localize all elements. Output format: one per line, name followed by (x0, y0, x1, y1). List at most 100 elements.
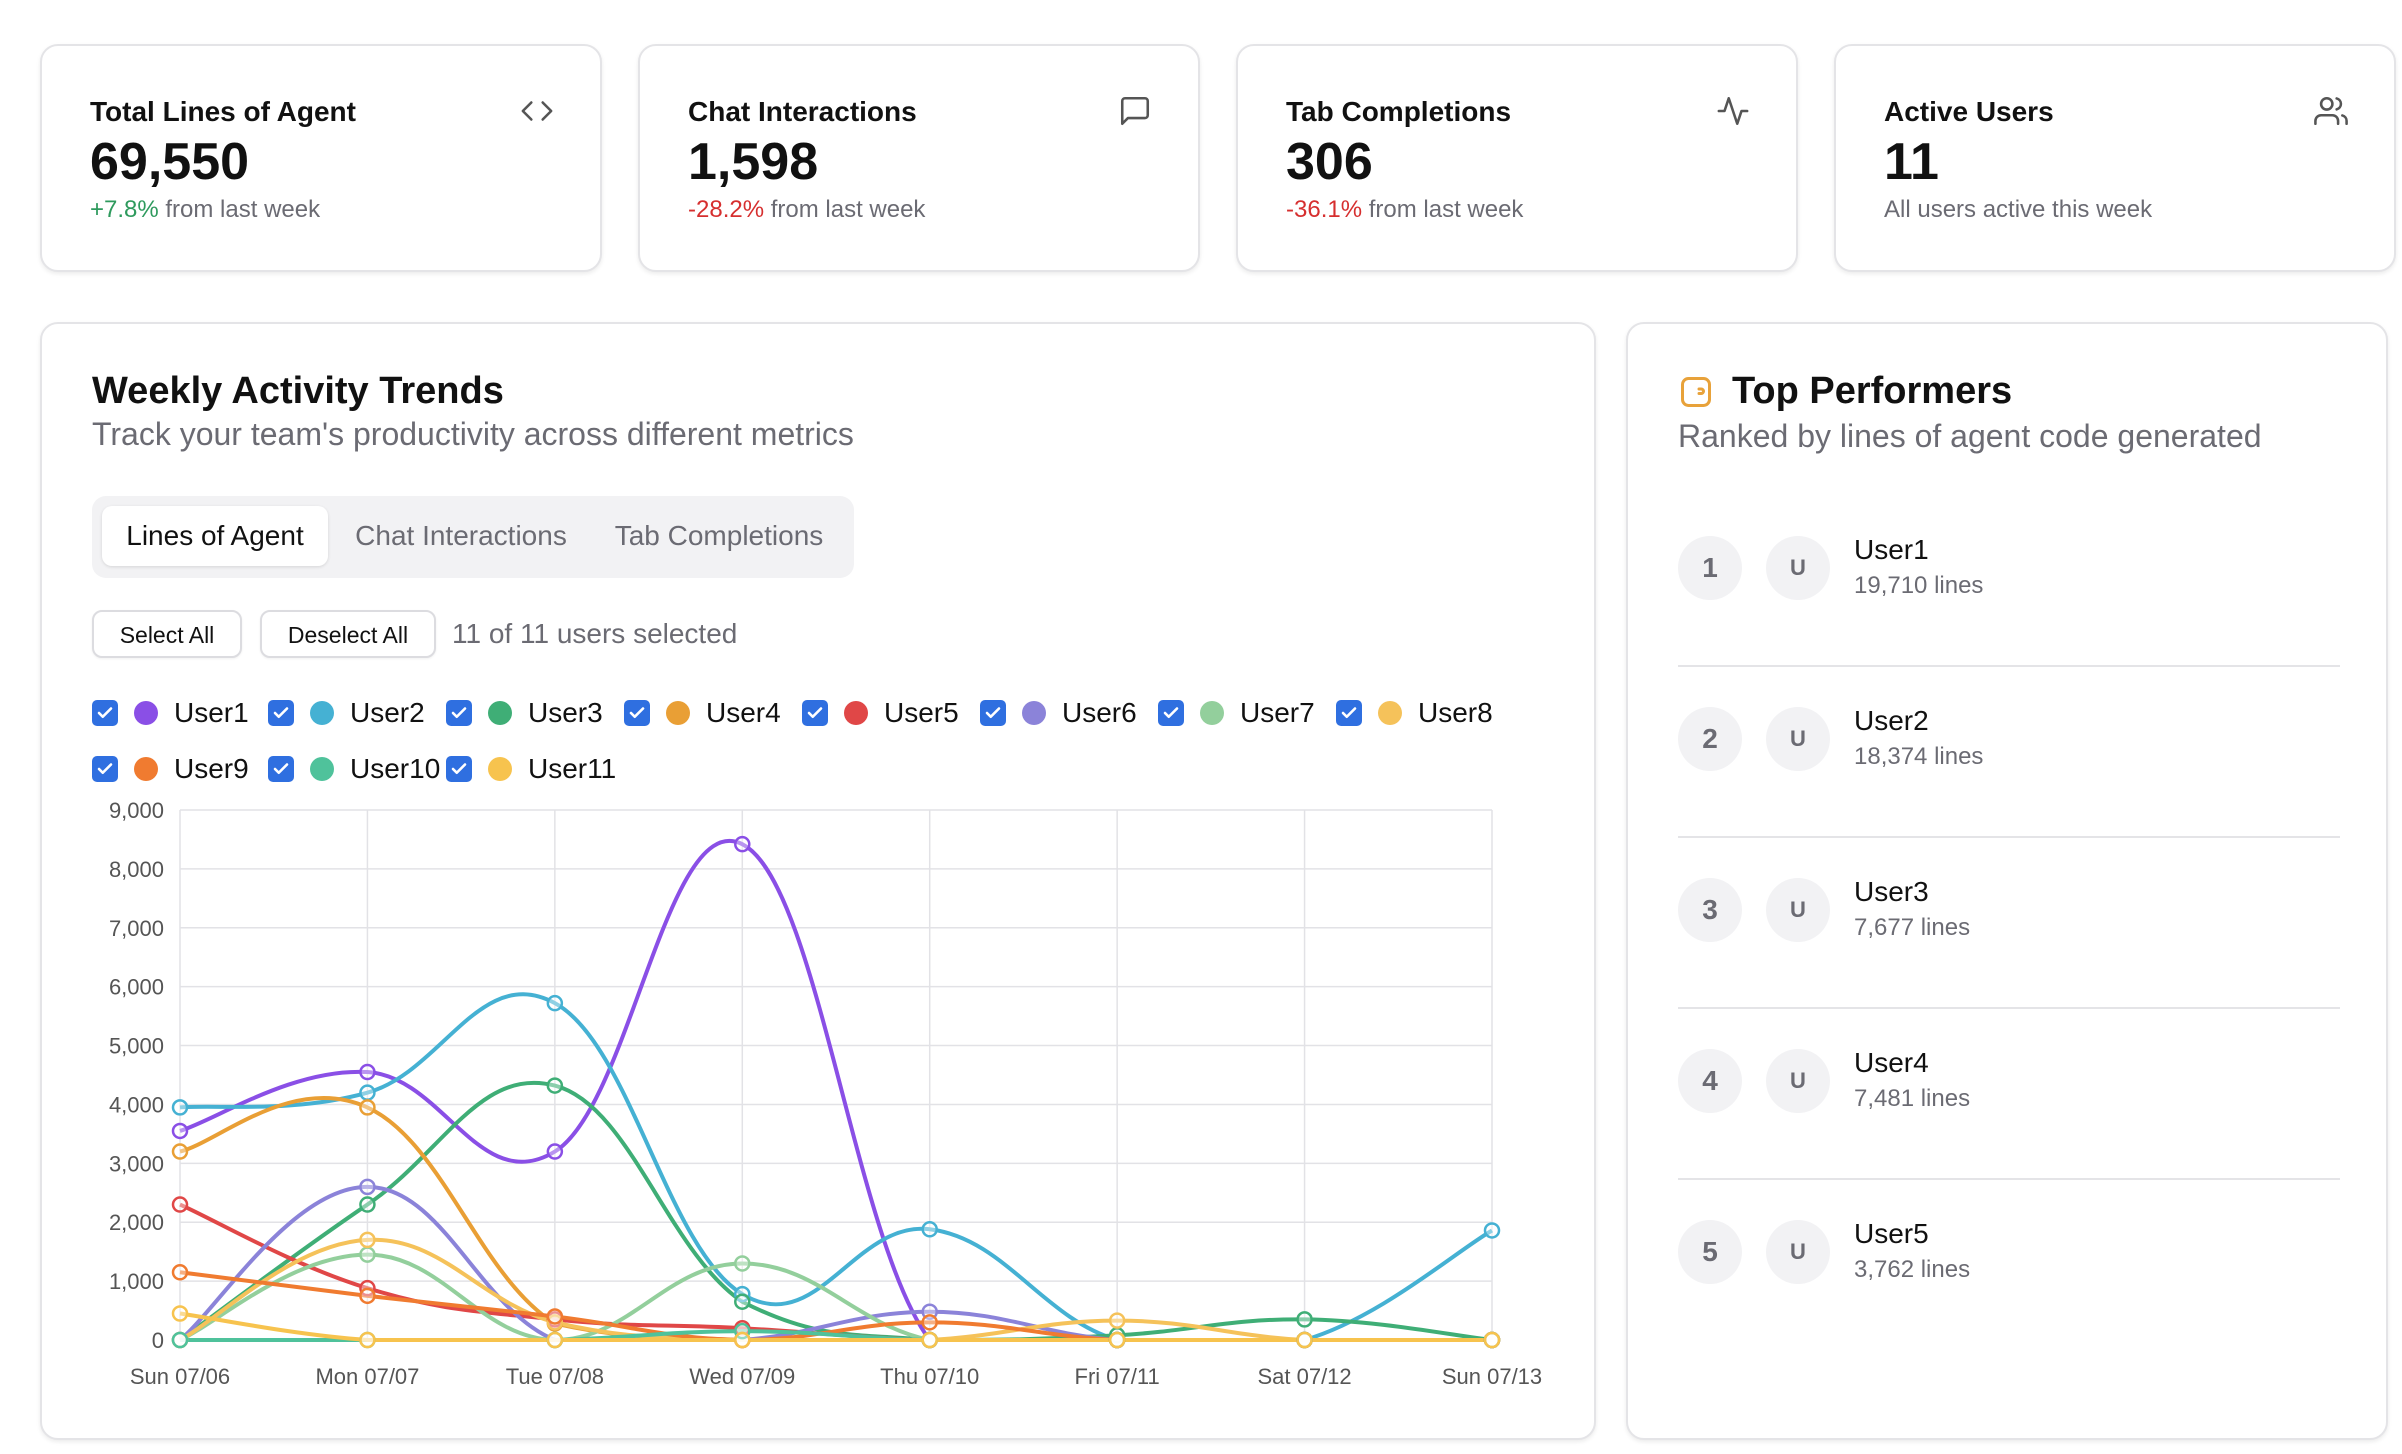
stat-card-tab-completions: Tab Completions 306 -36.1% from last wee… (1236, 44, 1798, 272)
stat-title: Tab Completions (1286, 96, 1512, 127)
data-point (1296, 1331, 1313, 1349)
performer-name: User5 (1854, 1218, 1929, 1249)
x-tick-label: Sat 07/12 (1257, 1364, 1351, 1389)
stat-card-total-lines: Total Lines of Agent 69,550 +7.8% from l… (40, 44, 602, 272)
data-point (734, 1255, 751, 1272)
data-point (171, 1331, 189, 1349)
data-point (171, 1122, 189, 1140)
performer-lines: 7,481 lines (1854, 1085, 1971, 1112)
stat-value: 69,550 (90, 133, 250, 191)
performer-lines: 7,677 lines (1854, 914, 1971, 941)
performer-row: 3 U User3 7,677 lines (1678, 838, 2340, 1009)
y-tick-label: 4,000 (109, 1092, 164, 1117)
stat-title: Active Users (1884, 96, 2054, 127)
data-point (921, 1331, 938, 1349)
series-line-user3 (178, 1080, 1493, 1342)
y-tick-label: 2,000 (109, 1210, 164, 1235)
data-point (359, 1331, 376, 1349)
data-point (546, 1331, 564, 1349)
data-point (171, 1143, 189, 1160)
x-tick-label: Wed 07/09 (689, 1364, 795, 1389)
avatar: U (1766, 707, 1830, 771)
stat-change: -36.1% (1286, 196, 1363, 223)
stat-caption: All users active this week (1884, 196, 2153, 223)
stat-card-active-users: Active Users 11 All users active this we… (1834, 44, 2396, 272)
rank-badge: 4 (1678, 1049, 1742, 1113)
stat-card-chat-interactions: Chat Interactions 1,598 -28.2% from last… (638, 44, 1200, 272)
performers-title: Top Performers (1732, 370, 2013, 412)
y-tick-label: 9,000 (109, 798, 164, 823)
data-point (171, 1196, 189, 1213)
rank-badge: 5 (1678, 1220, 1742, 1284)
performer-row: 1 U User1 19,710 lines (1678, 496, 2340, 667)
performer-row: 2 U User2 18,374 lines (1678, 667, 2340, 838)
performer-name: User2 (1854, 705, 1929, 736)
data-point (734, 1293, 751, 1310)
data-point (171, 1264, 189, 1281)
x-tick-label: Sun 07/06 (130, 1364, 230, 1389)
y-tick-label: 6,000 (109, 975, 164, 1000)
rank-badge: 2 (1678, 707, 1742, 771)
activity-icon (1717, 96, 1749, 126)
performer-name: User4 (1854, 1047, 1929, 1078)
performer-row: 4 U User4 7,481 lines (1678, 1009, 2340, 1180)
data-point (546, 994, 564, 1012)
data-point (734, 835, 751, 853)
stat-change: -28.2% (688, 196, 765, 223)
avatar: U (1766, 536, 1830, 600)
x-tick-label: Tue 07/08 (506, 1364, 604, 1389)
data-point (359, 1287, 376, 1305)
data-point (1483, 1222, 1501, 1239)
data-point (921, 1314, 938, 1331)
x-tick-label: Fri 07/11 (1075, 1364, 1160, 1389)
series-line-user9 (179, 1270, 1492, 1342)
stat-title: Total Lines of Agent (90, 96, 356, 127)
performer-row: 5 U User5 3,762 lines (1678, 1180, 2340, 1351)
stat-change-text: -36.1% from last week (1286, 196, 1523, 224)
data-point (359, 1084, 376, 1101)
stat-title: Chat Interactions (688, 96, 917, 127)
users-icon (2314, 96, 2348, 126)
performer-lines: 18,374 lines (1854, 743, 1984, 770)
data-point (546, 1308, 564, 1325)
top-performers-card: Top Performers Ranked by lines of agent … (1626, 322, 2388, 1440)
message-square-icon (1120, 96, 1150, 126)
stat-value: 11 (1884, 133, 1939, 191)
avatar: U (1766, 1220, 1830, 1284)
series-line-user6 (178, 1184, 1492, 1342)
y-tick-label: 0 (152, 1328, 164, 1353)
y-tick-label: 8,000 (109, 857, 164, 882)
data-point (359, 1099, 376, 1116)
performers-subtitle: Ranked by lines of agent code generated (1678, 418, 2262, 454)
data-point (734, 1331, 751, 1349)
trophy-icon (1681, 377, 1711, 407)
data-point (1108, 1312, 1126, 1329)
avatar: U (1766, 1049, 1830, 1113)
weekly-activity-trends-card: Weekly Activity Trends Track your team's… (40, 322, 1596, 1440)
stat-value: 1,598 (688, 133, 819, 191)
data-point (1483, 1331, 1501, 1349)
data-point (171, 1305, 189, 1322)
data-point (359, 1063, 376, 1081)
series-line-user4 (179, 1095, 1492, 1342)
data-point (1296, 1311, 1313, 1328)
x-tick-label: Mon 07/07 (315, 1364, 419, 1389)
x-tick-label: Sun 07/13 (1442, 1364, 1542, 1389)
stat-change: +7.8% (90, 196, 159, 223)
code-icon (521, 101, 553, 121)
x-tick-label: Thu 07/10 (880, 1364, 979, 1389)
data-point (359, 1231, 376, 1249)
performer-name: User3 (1854, 876, 1929, 907)
data-point (921, 1221, 938, 1238)
stat-value: 306 (1286, 133, 1373, 191)
stat-change-suffix: from last week (1362, 196, 1524, 223)
line-chart: 0 1,000 2,000 3,000 4,000 5,000 6,000 7,000 8,00… (109, 798, 1542, 1389)
stat-change-text: -28.2% from last week (688, 196, 925, 224)
stat-change-text: +7.8% from last week (90, 196, 320, 224)
stat-change-suffix: from last week (158, 196, 321, 223)
data-point (359, 1196, 376, 1213)
y-tick-label: 5,000 (109, 1034, 164, 1059)
performer-lines: 3,762 lines (1854, 1256, 1971, 1283)
rank-badge: 3 (1678, 878, 1742, 942)
data-point (359, 1178, 376, 1196)
